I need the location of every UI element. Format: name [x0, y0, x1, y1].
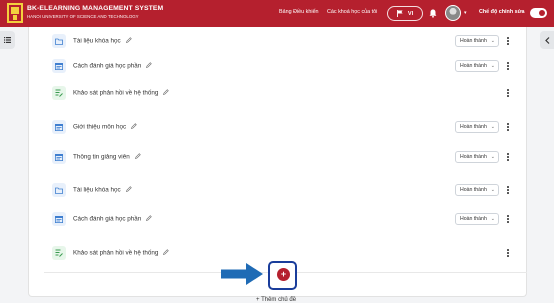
notification-bell-icon[interactable]	[429, 9, 437, 18]
pencil-icon[interactable]	[163, 89, 170, 97]
top-navbar: BK-ELEARNING MANAGEMENT SYSTEM HANOI UNI…	[0, 0, 554, 27]
chevron-down-icon: ⌄	[490, 216, 495, 222]
activity-row: Thông tin giảng viên Hoàn thành ⌄	[50, 148, 516, 168]
activity-name[interactable]: Thông tin giảng viên	[73, 154, 130, 161]
chevron-down-icon: ⌄	[490, 38, 495, 44]
pencil-icon[interactable]	[146, 215, 153, 223]
activity-name[interactable]: Khảo sát phản hồi về hệ thống	[73, 90, 158, 97]
list-icon	[4, 37, 11, 43]
chevron-left-icon	[544, 36, 549, 44]
activity-row: Giới thiệu môn học Hoàn thành ⌄	[50, 118, 516, 138]
activity-name[interactable]: Tài liệu khóa học	[73, 38, 121, 45]
page-icon	[52, 59, 66, 73]
brand-subtitle: HANOI UNIVERSITY OF SCIENCE AND TECHNOLO…	[27, 14, 139, 19]
add-topic-link[interactable]: + Thêm chủ đề	[256, 297, 296, 303]
feedback-icon	[52, 86, 66, 100]
completion-dropdown[interactable]: Hoàn thành ⌄	[455, 121, 499, 133]
completion-label: Hoàn thành	[460, 187, 487, 193]
page-icon	[52, 150, 66, 164]
activity-name[interactable]: Cách đánh giá học phần	[73, 216, 141, 223]
page-icon	[52, 212, 66, 226]
completion-label: Hoàn thành	[460, 63, 487, 69]
activity-name-link[interactable]: Khảo sát phản hồi về hệ thống	[73, 89, 170, 97]
more-options-icon[interactable]	[505, 121, 511, 133]
more-options-icon[interactable]	[505, 184, 511, 196]
more-options-icon[interactable]	[505, 35, 511, 47]
nav-my-courses-link[interactable]: Các khoá học của tôi	[327, 9, 377, 15]
more-options-icon[interactable]	[505, 87, 511, 99]
activity-row: Tài liệu khóa học Hoàn thành ⌄	[50, 181, 516, 201]
activity-name-link[interactable]: Cách đánh giá học phần	[73, 62, 153, 70]
edit-mode-label: Chế độ chỉnh sửa	[479, 9, 525, 15]
pencil-icon[interactable]	[125, 37, 132, 45]
activity-name[interactable]: Khảo sát phản hồi về hệ thống	[73, 250, 158, 257]
arrow-right-icon	[221, 263, 263, 285]
course-index-toggle[interactable]	[0, 31, 15, 49]
activity-name[interactable]: Giới thiệu môn học	[73, 124, 126, 131]
activity-row: Tài liệu khóa học Hoàn thành ⌄	[50, 32, 516, 52]
flag-icon	[396, 10, 403, 17]
language-button[interactable]: VI	[387, 6, 423, 21]
completion-dropdown[interactable]: Hoàn thành ⌄	[455, 151, 499, 163]
completion-dropdown[interactable]: Hoàn thành ⌄	[455, 184, 499, 196]
pencil-icon[interactable]	[125, 186, 132, 194]
university-logo[interactable]	[7, 3, 23, 23]
completion-dropdown[interactable]: Hoàn thành ⌄	[455, 213, 499, 225]
more-options-icon[interactable]	[505, 247, 511, 259]
activity-row: Khảo sát phản hồi về hệ thống	[50, 84, 516, 104]
activity-name-link[interactable]: Cách đánh giá học phần	[73, 215, 153, 223]
add-topic-button[interactable]: +	[277, 268, 290, 281]
chevron-down-icon: ⌄	[490, 63, 495, 69]
edit-mode-toggle[interactable]	[530, 8, 547, 18]
pencil-icon[interactable]	[163, 249, 170, 257]
completion-label: Hoàn thành	[460, 124, 487, 130]
pencil-icon[interactable]	[134, 153, 141, 161]
activity-row: Cách đánh giá học phần Hoàn thành ⌄	[50, 210, 516, 230]
completion-dropdown[interactable]: Hoàn thành ⌄	[455, 35, 499, 47]
activity-name[interactable]: Tài liệu khóa học	[73, 187, 121, 194]
chevron-down-icon: ⌄	[490, 124, 495, 130]
toggle-knob	[539, 10, 545, 16]
activity-name-link[interactable]: Khảo sát phản hồi về hệ thống	[73, 249, 170, 257]
folder-icon	[52, 183, 66, 197]
more-options-icon[interactable]	[505, 151, 511, 163]
more-options-icon[interactable]	[505, 213, 511, 225]
nav-dashboard-link[interactable]: Bảng Điều khiển	[279, 9, 319, 15]
activity-name-link[interactable]: Giới thiệu môn học	[73, 123, 137, 131]
activity-name-link[interactable]: Tài liệu khóa học	[73, 186, 132, 194]
feedback-icon	[52, 246, 66, 260]
language-label: VI	[407, 10, 414, 17]
more-options-icon[interactable]	[505, 60, 511, 72]
brand-title: BK-ELEARNING MANAGEMENT SYSTEM	[27, 5, 164, 12]
completion-dropdown[interactable]: Hoàn thành ⌄	[455, 60, 499, 72]
activity-name-link[interactable]: Thông tin giảng viên	[73, 153, 141, 161]
completion-label: Hoàn thành	[460, 154, 487, 160]
brand: BK-ELEARNING MANAGEMENT SYSTEM HANOI UNI…	[27, 5, 163, 19]
folder-icon	[52, 34, 66, 48]
activity-name-link[interactable]: Tài liệu khóa học	[73, 37, 132, 45]
page-icon	[52, 120, 66, 134]
pencil-icon[interactable]	[146, 62, 153, 70]
chevron-down-icon[interactable]: ▾	[464, 10, 467, 16]
completion-label: Hoàn thành	[460, 216, 487, 222]
completion-label: Hoàn thành	[460, 38, 487, 44]
user-avatar[interactable]	[445, 5, 461, 21]
chevron-down-icon: ⌄	[490, 154, 495, 160]
activity-name[interactable]: Cách đánh giá học phần	[73, 63, 141, 70]
activity-row: Cách đánh giá học phần Hoàn thành ⌄	[50, 57, 516, 77]
pencil-icon[interactable]	[131, 123, 137, 131]
chevron-down-icon: ⌄	[490, 187, 495, 193]
block-drawer-toggle[interactable]	[540, 31, 554, 49]
